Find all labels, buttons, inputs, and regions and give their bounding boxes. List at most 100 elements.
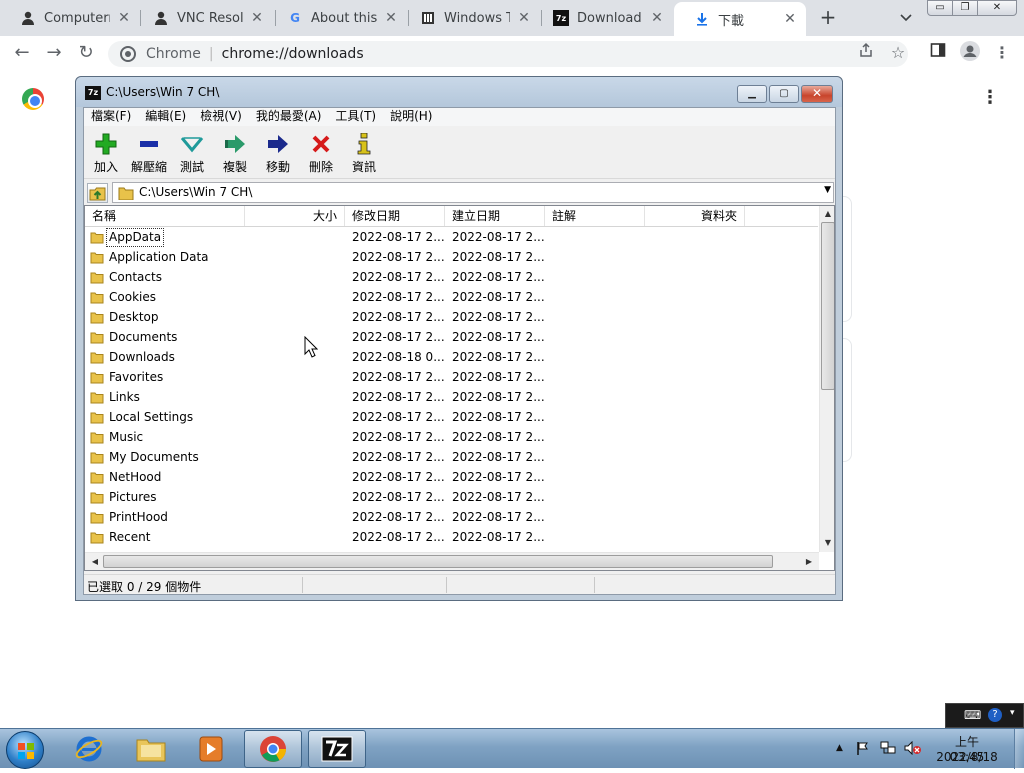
menu-help[interactable]: 說明(H) <box>383 108 439 126</box>
close-icon[interactable]: ✕ <box>516 10 532 26</box>
scroll-down-arrow[interactable]: ▼ <box>820 538 834 547</box>
horizontal-scroll-thumb[interactable] <box>103 555 773 568</box>
list-item[interactable]: Recent 2022-08-17 2... 2022-08-17 2... <box>85 528 818 548</box>
column-header-created[interactable]: 建立日期 <box>445 206 545 226</box>
item-modified: 2022-08-17 2... <box>352 290 445 304</box>
list-item[interactable]: Local Settings 2022-08-17 2... 2022-08-1… <box>85 408 818 428</box>
close-button[interactable]: ✕ <box>801 85 833 103</box>
move-button[interactable]: 移動 <box>257 133 299 175</box>
menu-file[interactable]: 檔案(F) <box>84 108 138 126</box>
minimize-button[interactable]: ▭ <box>927 0 953 16</box>
share-icon[interactable] <box>854 41 878 65</box>
close-icon[interactable]: ✕ <box>116 10 132 26</box>
list-item[interactable]: Pictures 2022-08-17 2... 2022-08-17 2... <box>85 488 818 508</box>
taskbar-media-player-button[interactable] <box>182 730 240 768</box>
column-header-folders[interactable]: 資料夾 <box>645 206 745 226</box>
list-item[interactable]: Application Data 2022-08-17 2... 2022-08… <box>85 248 818 268</box>
more-options-icon[interactable]: ⋮ <box>980 86 1000 110</box>
help-icon[interactable]: ? <box>988 708 1002 722</box>
clock-date[interactable]: 2022/8/18 <box>936 750 998 764</box>
taskbar-7zip-button[interactable] <box>308 730 366 768</box>
tab-vnc-resolve[interactable]: VNC Resolve ✕ <box>133 0 273 36</box>
menu-tools[interactable]: 工具(T) <box>328 108 383 126</box>
vertical-scroll-thumb[interactable] <box>821 222 834 390</box>
scroll-right-arrow[interactable]: ▶ <box>801 557 817 566</box>
show-hidden-icons-icon[interactable]: ▲ <box>836 743 843 753</box>
network-icon[interactable] <box>880 741 896 759</box>
tab-downloads-active[interactable]: 下載 ✕ <box>674 2 806 36</box>
close-window-button[interactable]: ✕ <box>977 0 1017 16</box>
profile-avatar-icon[interactable] <box>958 41 982 65</box>
vertical-scrollbar[interactable]: ▲ ▼ <box>819 206 834 552</box>
column-header-size[interactable]: 大小 <box>245 206 345 226</box>
volume-muted-icon[interactable] <box>904 740 922 759</box>
up-folder-button[interactable] <box>87 183 108 203</box>
column-header-comment[interactable]: 註解 <box>545 206 645 226</box>
close-icon[interactable]: ✕ <box>782 11 798 27</box>
forward-icon[interactable]: → <box>42 41 66 65</box>
list-item[interactable]: Documents 2022-08-17 2... 2022-08-17 2..… <box>85 328 818 348</box>
add-button[interactable]: 加入 <box>85 133 127 175</box>
options-chevron-icon[interactable]: ▾ <box>1010 708 1015 718</box>
info-button[interactable]: 資訊 <box>343 133 385 175</box>
tab-download[interactable]: 7z Download ✕ <box>533 0 673 36</box>
toolbar: 加入 解壓縮 測試 複製 移動 刪除 資訊 <box>84 127 835 179</box>
item-modified: 2022-08-17 2... <box>352 410 445 424</box>
list-item[interactable]: Favorites 2022-08-17 2... 2022-08-17 2..… <box>85 368 818 388</box>
path-combobox[interactable]: C:\Users\Win 7 CH\ ▼ <box>112 182 834 203</box>
item-modified: 2022-08-17 2... <box>352 250 445 264</box>
tab-computerne[interactable]: Computerne ✕ <box>0 0 140 36</box>
address-bar[interactable]: Chrome | chrome://downloads <box>108 41 908 67</box>
explorer-icon <box>136 739 166 762</box>
list-item[interactable]: My Documents 2022-08-17 2... 2022-08-17 … <box>85 448 818 468</box>
list-item[interactable]: Cookies 2022-08-17 2... 2022-08-17 2... <box>85 288 818 308</box>
tab-windows-th[interactable]: Windows Th ✕ <box>400 0 540 36</box>
list-item[interactable]: Links 2022-08-17 2... 2022-08-17 2... <box>85 388 818 408</box>
list-item[interactable]: PrintHood 2022-08-17 2... 2022-08-17 2..… <box>85 508 818 528</box>
minimize-button[interactable]: ▁ <box>737 85 767 103</box>
close-icon[interactable]: ✕ <box>383 10 399 26</box>
chevron-down-icon[interactable]: ▼ <box>824 185 831 195</box>
column-header-modified[interactable]: 修改日期 <box>345 206 445 226</box>
chevron-down-icon[interactable] <box>896 6 916 30</box>
browser-menu-icon[interactable]: ⋮ <box>990 41 1014 65</box>
copy-button[interactable]: 複製 <box>214 133 256 175</box>
item-created: 2022-08-17 2... <box>452 250 545 264</box>
tab-title: Windows Th <box>444 10 510 26</box>
column-header-name[interactable]: 名稱 <box>85 206 245 226</box>
taskbar-explorer-button[interactable] <box>122 730 180 768</box>
scroll-left-arrow[interactable]: ◀ <box>87 557 103 566</box>
test-button[interactable]: 測試 <box>171 133 213 175</box>
menu-favorites[interactable]: 我的最愛(A) <box>249 108 329 126</box>
taskbar-chrome-button[interactable] <box>244 730 302 768</box>
restore-button[interactable]: ❐ <box>952 0 978 16</box>
horizontal-scrollbar[interactable]: ◀ ▶ <box>85 552 819 570</box>
reload-icon[interactable]: ↻ <box>74 41 98 65</box>
list-item[interactable]: NetHood 2022-08-17 2... 2022-08-17 2... <box>85 468 818 488</box>
show-desktop-button[interactable] <box>1014 729 1024 769</box>
extract-button[interactable]: 解壓縮 <box>128 133 170 175</box>
scroll-up-arrow[interactable]: ▲ <box>820 209 834 218</box>
window-titlebar[interactable]: 7z C:\Users\Win 7 CH\ ▁ ▢ ✕ <box>76 77 842 107</box>
side-panel-icon[interactable] <box>926 41 950 65</box>
keyboard-icon[interactable]: ⌨ <box>964 708 981 722</box>
list-item[interactable]: AppData 2022-08-17 2... 2022-08-17 2... <box>85 228 818 248</box>
maximize-button[interactable]: ▢ <box>769 85 799 103</box>
close-icon[interactable]: ✕ <box>649 10 665 26</box>
list-item[interactable]: Desktop 2022-08-17 2... 2022-08-17 2... <box>85 308 818 328</box>
tab-about-this[interactable]: G About this V ✕ <box>267 0 407 36</box>
delete-button[interactable]: 刪除 <box>300 133 342 175</box>
list-item[interactable]: Music 2022-08-17 2... 2022-08-17 2... <box>85 428 818 448</box>
action-center-flag-icon[interactable] <box>856 741 870 759</box>
start-button[interactable] <box>6 731 44 769</box>
file-list[interactable]: 名稱 大小 修改日期 建立日期 註解 資料夾 AppData 2022-08-1… <box>84 205 835 571</box>
new-tab-button[interactable]: + <box>816 6 840 30</box>
close-icon[interactable]: ✕ <box>249 10 265 26</box>
list-item[interactable]: Contacts 2022-08-17 2... 2022-08-17 2... <box>85 268 818 288</box>
list-item[interactable]: Downloads 2022-08-18 0... 2022-08-17 2..… <box>85 348 818 368</box>
menu-view[interactable]: 檢視(V) <box>193 108 249 126</box>
taskbar-ie-button[interactable] <box>60 730 118 768</box>
back-icon[interactable]: ← <box>10 41 34 65</box>
bookmark-star-icon[interactable]: ☆ <box>886 41 910 65</box>
menu-edit[interactable]: 編輯(E) <box>138 108 193 126</box>
